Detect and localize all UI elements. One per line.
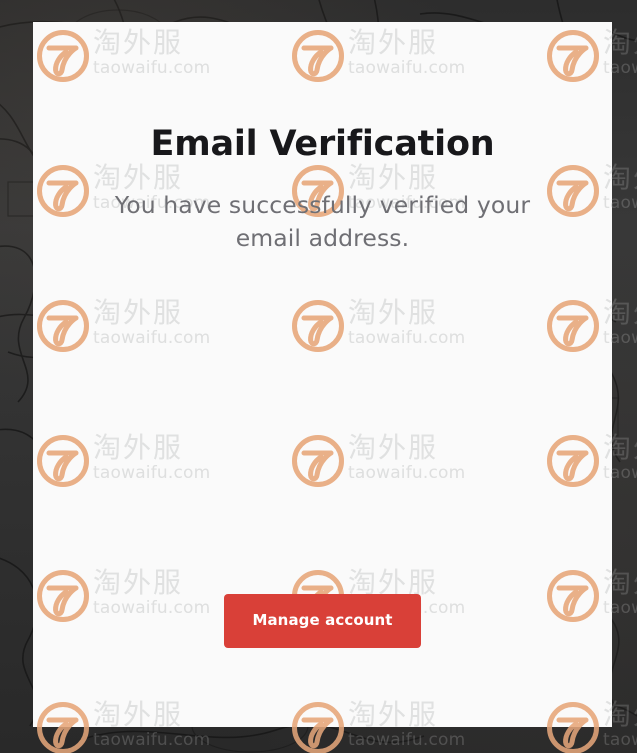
manage-account-button[interactable]: Manage account	[224, 594, 421, 648]
page-title: Email Verification	[150, 124, 495, 164]
page-subtitle: You have successfully verified your emai…	[114, 191, 531, 253]
screen: 淘外服taowaifu.com淘外服taowaifu.com淘外服taowaif…	[0, 0, 637, 753]
verification-card: 淘外服taowaifu.com淘外服taowaifu.com淘外服taowaif…	[33, 22, 612, 727]
cta-container: Manage account	[33, 594, 612, 648]
